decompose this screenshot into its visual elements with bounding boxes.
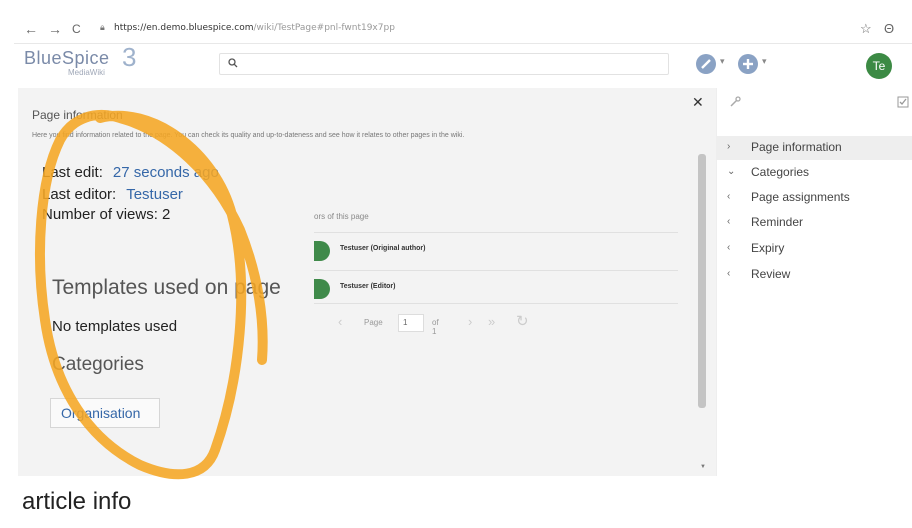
sidebar-item-reminder[interactable]: ‹ Reminder xyxy=(717,211,912,235)
sidebar-item-categories[interactable]: ⌄ Categories xyxy=(717,161,912,185)
author-name: Testuser (Editor) xyxy=(340,283,396,290)
url-host: https://en.demo.bluespice.com xyxy=(114,23,254,33)
lock-icon: 🔒︎ xyxy=(100,22,105,32)
first-page-icon[interactable]: ‹ xyxy=(338,314,342,329)
forward-arrow-icon[interactable]: → xyxy=(48,21,62,37)
chevron-left-icon: ‹ xyxy=(727,216,731,227)
last-edit-label: Last edit: xyxy=(42,164,103,181)
logo-text: BlueSpice xyxy=(24,48,110,68)
scroll-down-icon[interactable]: ▼ xyxy=(700,464,706,470)
last-edit-row: Last edit: 27 seconds ago xyxy=(42,164,219,181)
author-row[interactable]: Testuser (Editor) xyxy=(314,270,678,304)
caption-text: article info xyxy=(22,488,132,515)
video-caption: article info xyxy=(0,476,912,528)
last-editor-row: Last editor: Testuser xyxy=(42,186,183,203)
number-of-views: Number of views: 2 xyxy=(42,206,171,223)
sidebar-item-page-assignments[interactable]: ‹ Page assignments xyxy=(717,186,912,210)
templates-heading: Templates used on page xyxy=(52,276,281,299)
last-editor-label: Last editor: xyxy=(42,186,117,203)
author-avatar xyxy=(314,241,330,261)
author-row[interactable]: Testuser (Original author) xyxy=(314,232,678,266)
sidebar-item-label: Expiry xyxy=(751,241,785,255)
logo-number: 3 xyxy=(122,42,137,72)
chevron-left-icon: ‹ xyxy=(727,242,731,253)
add-menu-chevron-down-icon[interactable]: ▾ xyxy=(762,56,767,67)
add-plus-icon[interactable] xyxy=(738,54,758,74)
author-name: Testuser (Original author) xyxy=(340,245,426,252)
author-avatar xyxy=(314,279,330,299)
panel-description: Here you find information related to the… xyxy=(32,132,465,139)
last-page-icon[interactable]: » xyxy=(488,314,495,329)
sidebar-item-review[interactable]: ‹ Review xyxy=(717,263,912,287)
category-tag[interactable]: Organisation xyxy=(50,398,160,428)
sidebar-item-label: Review xyxy=(751,267,791,281)
bookmark-star-icon[interactable]: ☆ xyxy=(860,21,872,37)
chevron-left-icon: ‹ xyxy=(727,268,731,279)
page-information-panel: Page information Here you find informati… xyxy=(18,88,716,476)
account-icon[interactable]: Θ xyxy=(884,21,894,36)
panel-title: Page information xyxy=(32,108,123,122)
sidebar-item-label: Reminder xyxy=(751,215,804,229)
sidebar-item-label: Page information xyxy=(751,140,842,154)
refresh-icon[interactable]: ↻ xyxy=(516,312,529,330)
sidebar-item-label: Categories xyxy=(751,165,810,179)
sidebar-item-label: Page assignments xyxy=(751,190,850,204)
reload-icon[interactable]: C xyxy=(72,22,81,36)
address-bar[interactable]: https://en.demo.bluespice.com/wiki/TestP… xyxy=(114,23,395,33)
next-page-icon[interactable]: › xyxy=(468,314,472,329)
chevron-left-icon: ‹ xyxy=(727,191,731,202)
edit-pencil-icon[interactable] xyxy=(696,54,716,74)
last-editor-link[interactable]: Testuser xyxy=(126,186,183,203)
checklist-icon[interactable] xyxy=(897,96,909,111)
search-icon xyxy=(228,58,238,71)
page-tools-sidebar: › Page information ⌄ Categories ‹ Page a… xyxy=(716,88,912,476)
url-path: /wiki/TestPage#pnl-fwnt19x7pp xyxy=(253,23,395,33)
chevron-right-icon: › xyxy=(727,141,731,152)
logo-subtitle: MediaWiki xyxy=(68,68,105,77)
bluespice-logo[interactable]: BlueSpice 3 xyxy=(24,42,136,72)
last-edit-value[interactable]: 27 seconds ago xyxy=(113,164,219,181)
chevron-down-icon: ⌄ xyxy=(727,166,736,177)
panel-scrollbar[interactable] xyxy=(698,154,706,408)
browser-toolbar: ← → C 🔒︎ https://en.demo.bluespice.com/w… xyxy=(14,14,912,44)
screenshot-frame: ← → C 🔒︎ https://en.demo.bluespice.com/w… xyxy=(0,0,912,528)
close-icon[interactable]: ✕ xyxy=(692,94,704,111)
back-arrow-icon[interactable]: ← xyxy=(24,21,38,37)
app-header: BlueSpice 3 MediaWiki ▾ ▾ Te xyxy=(14,42,912,88)
pager-label: Page xyxy=(364,318,383,327)
categories-heading: Categories xyxy=(52,354,144,375)
page-number-input[interactable]: 1 xyxy=(398,314,424,332)
user-avatar[interactable]: Te xyxy=(866,53,892,79)
wrench-icon xyxy=(729,96,741,111)
search-input[interactable] xyxy=(219,53,669,75)
sidebar-item-page-information[interactable]: › Page information xyxy=(717,136,912,160)
pager-total: of 1 xyxy=(432,318,439,336)
edit-menu-chevron-down-icon[interactable]: ▾ xyxy=(720,56,725,67)
authors-label: ors of this page xyxy=(314,212,369,221)
sidebar-item-expiry[interactable]: ‹ Expiry xyxy=(717,237,912,261)
templates-value: No templates used xyxy=(52,318,178,335)
